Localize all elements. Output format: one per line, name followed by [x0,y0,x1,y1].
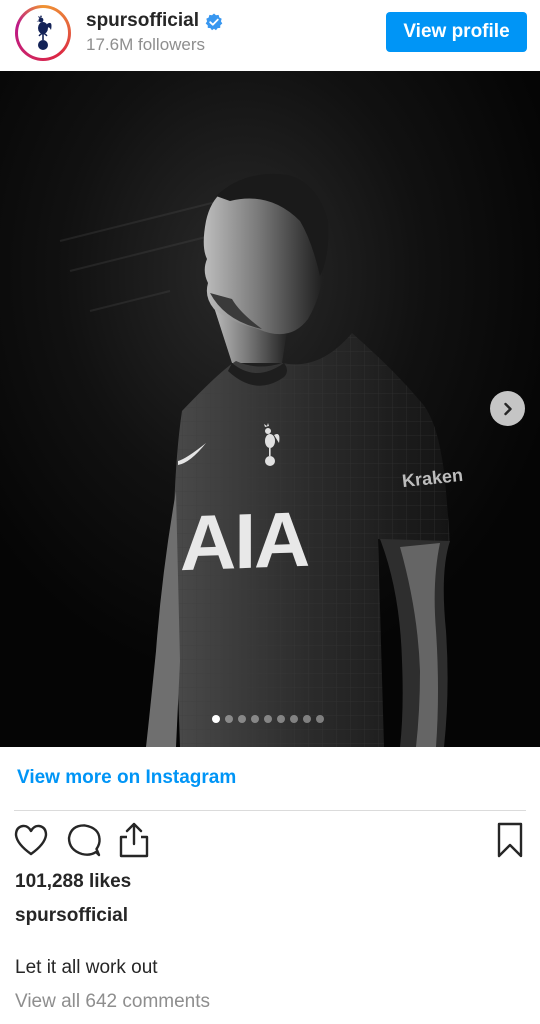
carousel-dot [303,715,311,723]
carousel-dot [290,715,298,723]
view-profile-button[interactable]: View profile [386,12,527,52]
carousel-dot [264,715,272,723]
post-header: spursofficial 17.6M followers View profi… [0,0,540,70]
share-button[interactable] [114,820,154,860]
spurs-crest-logo [18,8,68,58]
view-all-comments-link[interactable]: View all 642 comments [15,991,210,1013]
account-username[interactable]: spursofficial [86,10,199,32]
carousel-indicator [0,715,540,723]
player-portrait-image [0,71,540,747]
verified-badge-icon [205,13,223,31]
carousel-dot [238,715,246,723]
share-icon [119,822,149,858]
save-button[interactable] [490,820,530,860]
comment-icon [67,824,101,857]
carousel-dot [225,715,233,723]
follower-count: 17.6M followers [86,35,206,54]
post-caption: Let it all work out [15,957,158,978]
like-count[interactable]: 101,288 likes [15,871,131,893]
carousel-dot [251,715,259,723]
like-button[interactable] [11,820,51,860]
heart-icon [14,824,48,856]
avatar[interactable] [15,5,71,61]
bookmark-icon [497,822,523,858]
carousel-dot [316,715,324,723]
divider [14,810,526,811]
chevron-right-icon [503,402,512,415]
comment-button[interactable] [64,820,104,860]
carousel-next-button[interactable] [490,391,525,426]
cockerel-icon [36,15,52,50]
post-photo[interactable]: AIA Kraken [0,71,540,747]
carousel-dot [277,715,285,723]
view-more-on-instagram-link[interactable]: View more on Instagram [17,767,236,789]
caption-username[interactable]: spursofficial [15,905,128,927]
carousel-dot [212,715,220,723]
action-bar [0,820,540,864]
shirt-sponsor-text: AIA [180,494,309,588]
